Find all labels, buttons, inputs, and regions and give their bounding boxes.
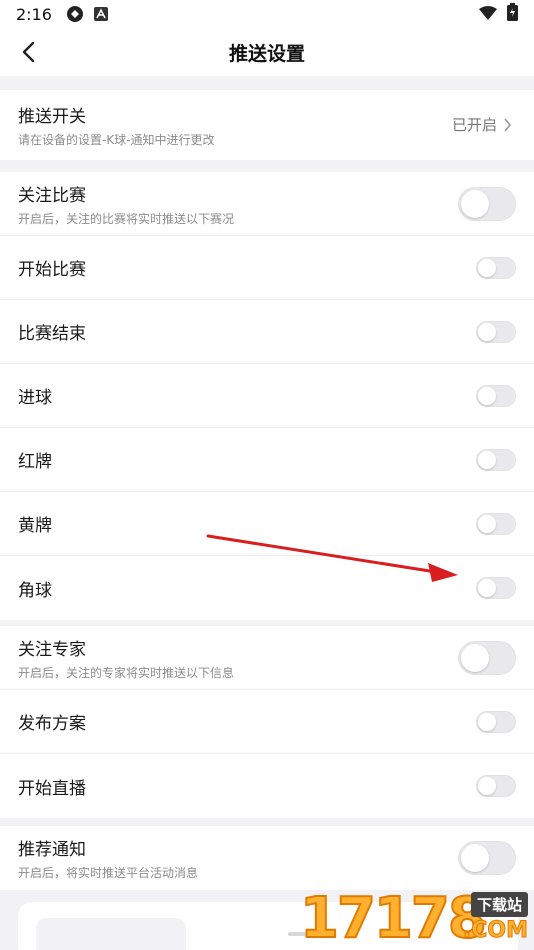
recommend-section: 推荐通知 开启后，将实时推送平台活动消息 — [0, 826, 534, 890]
follow-match-sub: 开启后，关注的比赛将实时推送以下赛况 — [18, 211, 235, 226]
toggle-knob — [478, 713, 496, 731]
toggle-knob — [478, 515, 496, 533]
red-card-label: 红牌 — [18, 452, 52, 472]
match-end-label: 比赛结束 — [18, 324, 86, 344]
recommend-sub: 开启后，将实时推送平台活动消息 — [18, 866, 199, 880]
follow-match-toggle[interactable] — [458, 187, 516, 221]
push-switch-status[interactable]: 已开启 — [452, 114, 512, 135]
chevron-right-icon — [503, 117, 512, 132]
list-item: 角球 — [0, 556, 534, 620]
page-title: 推送设置 — [228, 42, 305, 65]
start-live-label: 开始直播 — [18, 778, 86, 799]
list-item: 红牌 — [0, 428, 534, 492]
yellow-card-label: 黄牌 — [18, 516, 52, 536]
watermark-com: .COM — [462, 918, 528, 944]
toggle-knob — [478, 323, 496, 341]
list-item: 开始比赛 — [0, 236, 534, 300]
recommend-toggle[interactable] — [458, 841, 516, 875]
back-arrow-icon[interactable] — [14, 38, 42, 66]
list-item: 进球 — [0, 364, 534, 428]
follow-match-row: 关注比赛 开启后，关注的比赛将实时推送以下赛况 — [0, 172, 534, 236]
settings-gear-icon — [66, 5, 84, 23]
watermark-tag: 下载站 — [470, 892, 528, 917]
push-switch-section: 推送开关 请在设备的设置-K球-通知中进行更改 已开启 — [0, 90, 534, 160]
match-end-toggle[interactable] — [476, 321, 516, 343]
match-section: 关注比赛 开启后，关注的比赛将实时推送以下赛况 开始比赛 比赛结束 进球 红牌 … — [0, 172, 534, 620]
a-badge-icon — [93, 7, 108, 21]
bottom-card-inner — [36, 918, 186, 950]
wifi-icon — [479, 5, 497, 24]
corner-toggle[interactable] — [476, 577, 516, 599]
yellow-card-toggle[interactable] — [476, 513, 516, 535]
follow-match-label: 关注比赛 — [18, 185, 86, 206]
recommend-row: 推荐通知 开启后，将实时推送平台活动消息 — [0, 826, 534, 890]
watermark-digits: 17178 — [299, 886, 488, 950]
toggle-knob — [461, 190, 489, 218]
start-match-label: 开始比赛 — [18, 260, 86, 280]
push-switch-row[interactable]: 推送开关 请在设备的设置-K球-通知中进行更改 已开启 — [0, 90, 534, 160]
list-item: 黄牌 — [0, 492, 534, 556]
status-bar: 2:16 — [0, 0, 534, 28]
push-switch-sub: 请在设备的设置-K球-通知中进行更改 — [18, 133, 215, 147]
red-card-toggle[interactable] — [476, 449, 516, 471]
follow-expert-toggle[interactable] — [458, 641, 516, 675]
publish-plan-toggle[interactable] — [476, 711, 516, 733]
status-time: 2:16 — [16, 4, 52, 24]
publish-plan-label: 发布方案 — [18, 714, 86, 734]
expert-section: 关注专家 开启后，关注的专家将实时推送以下信息 发布方案 开始直播 — [0, 626, 534, 818]
list-item: 发布方案 — [0, 690, 534, 754]
toggle-knob — [478, 777, 496, 795]
toggle-knob — [461, 844, 489, 872]
toggle-knob — [478, 579, 496, 597]
start-live-toggle[interactable] — [476, 775, 516, 797]
goal-label: 进球 — [18, 388, 52, 408]
goal-toggle[interactable] — [476, 385, 516, 407]
watermark-logo: 17178 下载站 .COM — [299, 886, 530, 950]
recommend-label: 推荐通知 — [18, 840, 86, 860]
follow-expert-sub: 开启后，关注的专家将实时推送以下信息 — [18, 665, 235, 680]
toggle-knob — [478, 259, 496, 277]
nav-bar: 推送设置 — [0, 28, 534, 76]
push-switch-status-text: 已开启 — [451, 116, 497, 134]
list-item: 比赛结束 — [0, 300, 534, 364]
toggle-knob — [478, 451, 496, 469]
toggle-knob — [461, 644, 489, 672]
follow-expert-label: 关注专家 — [18, 639, 86, 660]
toggle-knob — [478, 387, 496, 405]
corner-label: 角球 — [18, 580, 52, 601]
battery-icon — [507, 3, 518, 25]
follow-expert-row: 关注专家 开启后，关注的专家将实时推送以下信息 — [0, 626, 534, 690]
push-switch-label: 推送开关 — [18, 107, 86, 127]
start-match-toggle[interactable] — [476, 257, 516, 279]
list-item: 开始直播 — [0, 754, 534, 818]
